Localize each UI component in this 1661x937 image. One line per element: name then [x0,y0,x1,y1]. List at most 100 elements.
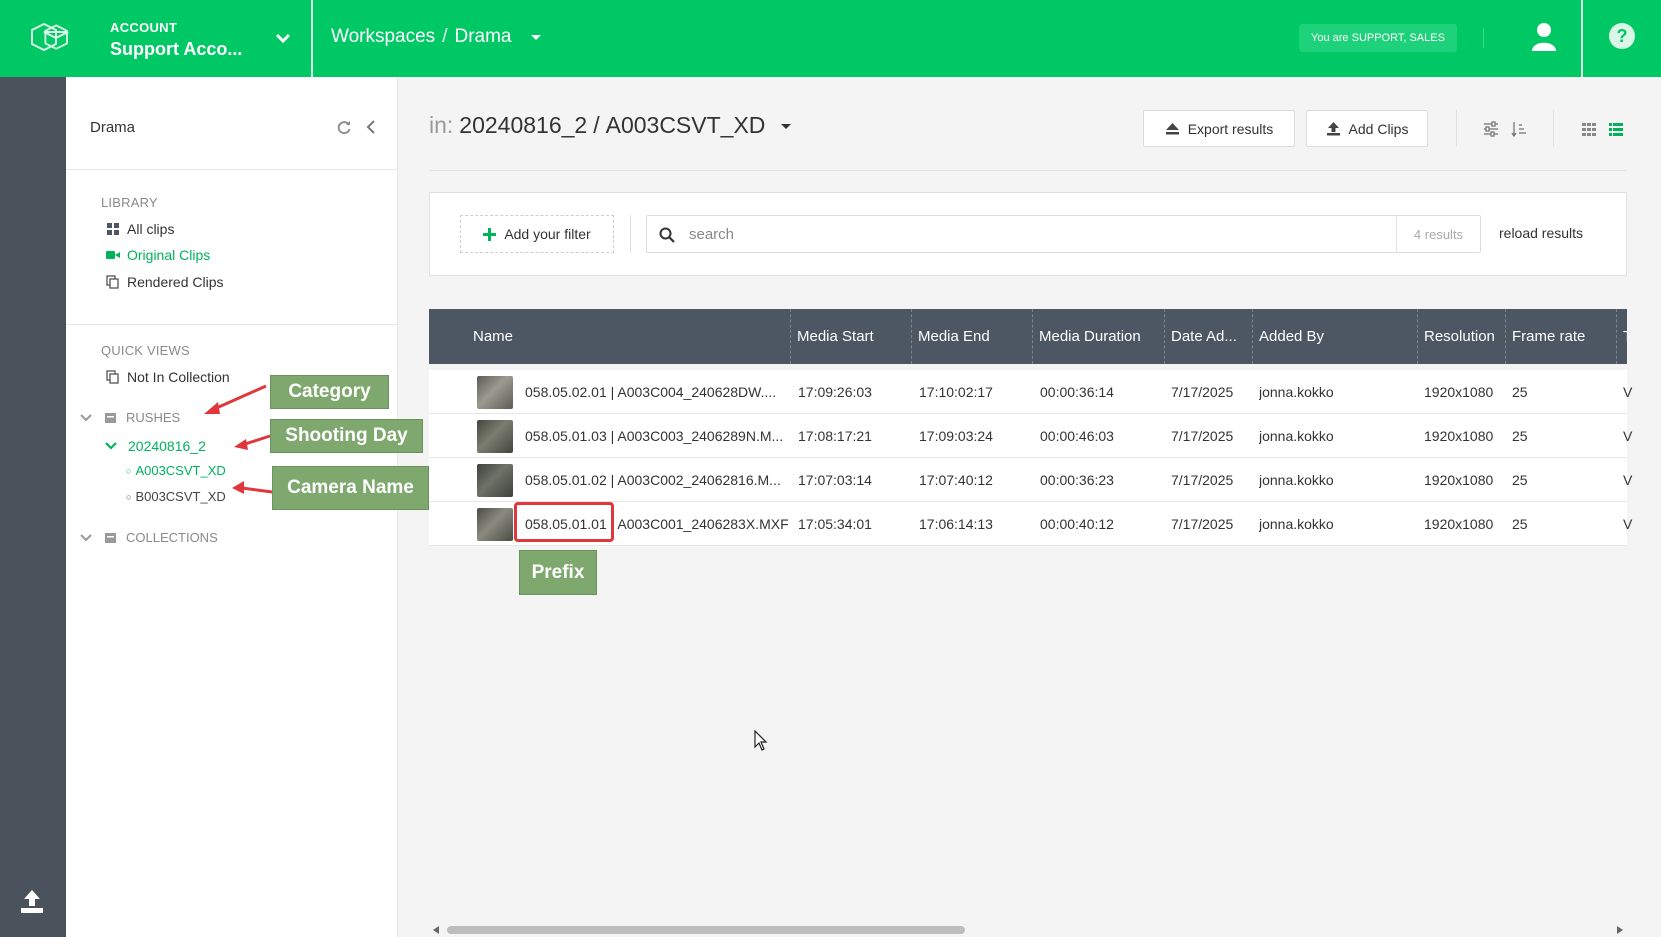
caret-down-icon[interactable] [528,29,544,45]
table-cell: V [1623,428,1633,444]
table-cell: 17:07:03:14 [798,472,872,488]
filter-panel: Add your filter 4 results reload results [429,192,1627,276]
scroll-right-icon[interactable] [1616,926,1624,934]
table-row[interactable]: 058.05.01.02 | A003C002_24062816.M... 17:… [429,458,1632,502]
sidebar-item-label: Original Clips [127,247,211,263]
add-clips-button[interactable]: Add Clips [1306,110,1428,147]
column-header-media-start[interactable]: Media Start [791,309,912,364]
collections-label[interactable]: COLLECTIONS [126,530,218,545]
prefix-highlight [514,502,614,542]
table-cell: 058.05.01.03 | A003C003_2406289N.M... [525,428,784,444]
table-cell: 7/17/2025 [1171,516,1234,532]
chevron-down-icon[interactable] [79,411,93,425]
breadcrumb-separator: / [442,26,448,47]
scroll-left-icon[interactable] [432,926,440,934]
column-header-media-duration[interactable]: Media Duration [1033,309,1165,364]
search-input[interactable] [689,222,1389,246]
table-header: Name Media Start Media End Media Duratio… [429,309,1627,364]
table-cell: 00:00:36:23 [1040,472,1114,488]
table-cell: 1920x1080 [1424,428,1494,444]
table-cell: 25 [1512,384,1528,400]
table-cell: 00:00:40:12 [1040,516,1114,532]
camera-item-a003[interactable]: ○ A003CSVT_XD [126,463,226,478]
title-in-label: in: [429,112,454,138]
clip-thumbnail[interactable] [477,376,513,409]
title-path[interactable]: 20240816_2 [459,112,587,139]
copy-icon [106,370,119,384]
search-box: 4 results [646,215,1481,253]
sidebar-item-all-clips[interactable]: All clips [106,221,174,237]
plus-icon [483,227,497,241]
results-count: 4 results [1396,216,1480,252]
table-cell: 17:09:26:03 [798,384,872,400]
divider [429,170,1627,171]
grid-view-icon[interactable] [1581,121,1597,137]
breadcrumb: Workspaces / Drama [331,26,544,48]
sidebar-item-label: All clips [127,221,175,237]
chevron-down-icon[interactable] [79,531,93,545]
user-icon[interactable] [1531,22,1557,52]
table-cell: 7/17/2025 [1171,472,1234,488]
library-label: LIBRARY [101,195,158,210]
account-switcher[interactable]: ACCOUNT Support Acco... [110,20,242,60]
column-header-type[interactable]: T [1617,309,1627,364]
chevron-down-icon[interactable] [104,439,118,453]
table-cell: 17:10:02:17 [919,384,993,400]
clip-thumbnail[interactable] [477,464,513,497]
breadcrumb-drama[interactable]: Drama [454,26,511,48]
column-header-frame-rate[interactable]: Frame rate [1506,309,1617,364]
annotation-shooting-day: Shooting Day [270,419,423,453]
add-filter-button[interactable]: Add your filter [460,215,614,253]
bullet-icon: ○ [126,465,132,476]
copy-icon [106,275,119,289]
breadcrumb-workspaces[interactable]: Workspaces [331,26,435,48]
help-icon[interactable]: ? [1608,22,1636,50]
column-header-media-end[interactable]: Media End [912,309,1033,364]
svg-text:?: ? [1617,26,1628,46]
column-header-added-by[interactable]: Added By [1253,309,1418,364]
table-cell: 7/17/2025 [1171,428,1234,444]
table-cell: jonna.kokko [1259,428,1334,444]
sort-icon[interactable] [1511,121,1527,137]
scrollbar-thumb[interactable] [447,926,965,934]
divider [1483,28,1484,48]
search-icon [659,227,675,243]
divider [1553,110,1554,147]
sidebar-item-original-clips[interactable]: Original Clips [106,247,210,263]
camera-item-b003[interactable]: ○ B003CSVT_XD [126,489,226,504]
column-header-name[interactable]: Name [429,309,791,364]
chevron-left-icon[interactable] [364,119,378,135]
table-cell: 25 [1512,428,1528,444]
list-view-icon[interactable] [1608,121,1624,137]
column-header-resolution[interactable]: Resolution [1418,309,1506,364]
upload-icon[interactable] [20,888,44,914]
logo-icon[interactable] [30,18,80,58]
clip-thumbnail[interactable] [477,420,513,453]
table-row[interactable]: 058.05.01.03 | A003C003_2406289N.M... 17:… [429,414,1632,458]
table-row[interactable]: 058.05.02.01 | A003C004_240628DW.... 17:0… [429,370,1632,414]
rushes-label[interactable]: RUSHES [126,410,180,425]
reload-results-link[interactable]: reload results [1499,225,1583,241]
divider [311,0,313,77]
shooting-day-item[interactable]: 20240816_2 [128,438,206,454]
annotation-arrow [204,384,267,414]
table-cell: 17:09:03:24 [919,428,993,444]
role-badge: You are SUPPORT, SALES [1299,24,1457,52]
mouse-cursor-icon [754,730,768,751]
sliders-icon[interactable] [1483,121,1499,137]
chevron-down-icon[interactable] [273,28,293,48]
table-cell: 17:07:40:12 [919,472,993,488]
sidebar-header: Drama [66,77,397,170]
caret-down-icon[interactable] [779,119,793,133]
sidebar-item-rendered-clips[interactable]: Rendered Clips [106,274,224,290]
clip-thumbnail[interactable] [477,508,513,541]
refresh-icon[interactable] [336,119,352,135]
quick-views-label: QUICK VIEWS [101,343,190,358]
table-cell: 00:00:46:03 [1040,428,1114,444]
column-header-date-added[interactable]: Date Ad... [1165,309,1253,364]
table-cell: 7/17/2025 [1171,384,1234,400]
export-results-button[interactable]: Export results [1143,110,1295,147]
horizontal-scrollbar[interactable] [429,923,1627,937]
add-filter-label: Add your filter [504,226,591,242]
page-title: in: 20240816_2 / A003CSVT_XD [429,112,793,139]
